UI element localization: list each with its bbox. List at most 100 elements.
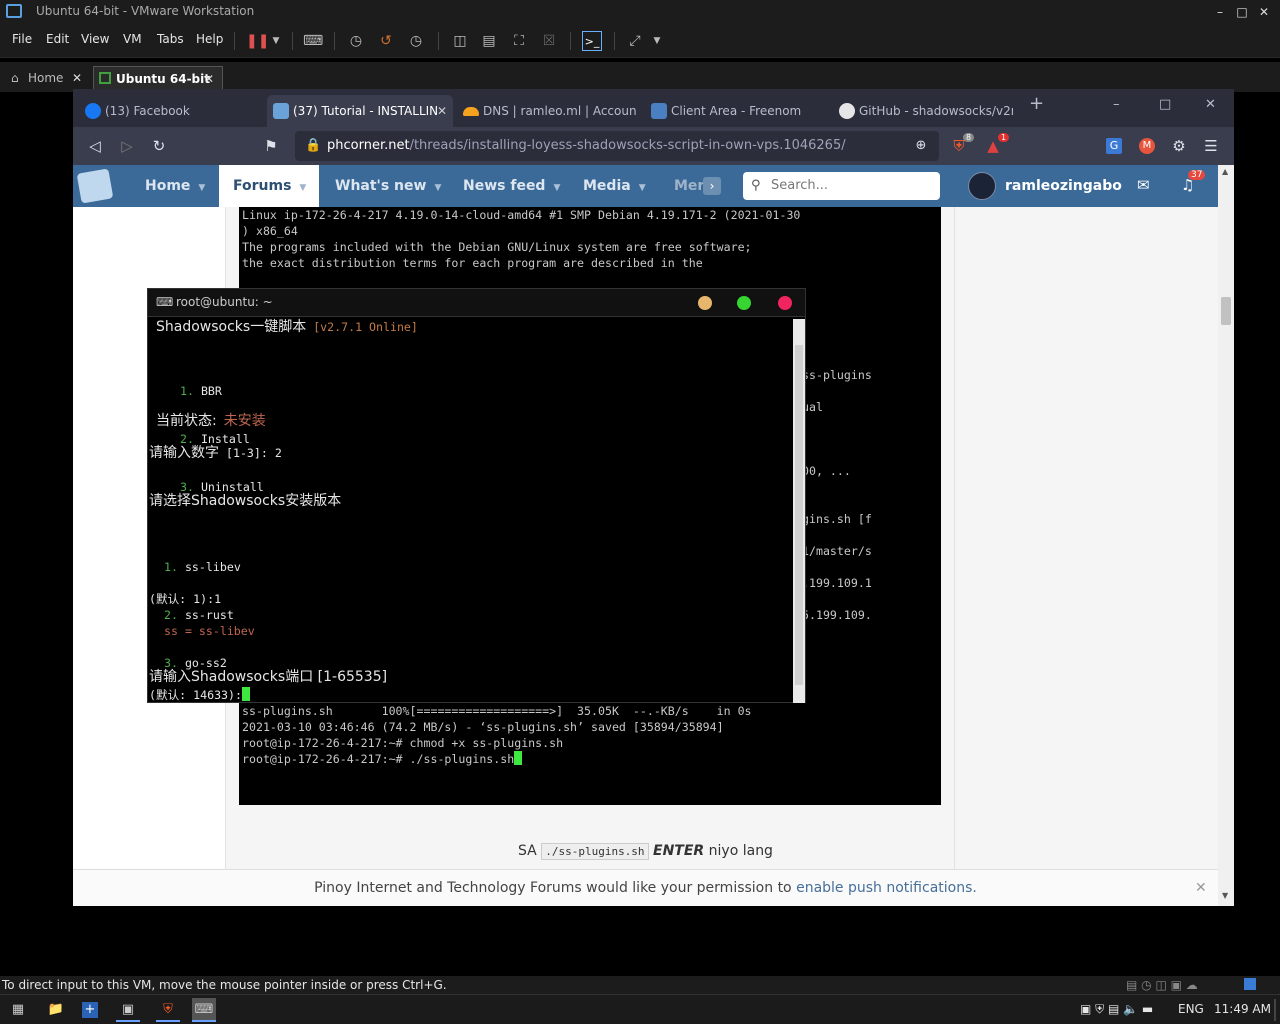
clock[interactable]: 11:49 AM (1214, 1002, 1271, 1016)
close-icon[interactable]: ✕ (1254, 2, 1274, 22)
minimize-icon[interactable]: – (1210, 2, 1230, 22)
message-icon[interactable] (1244, 978, 1256, 990)
translate-icon[interactable]: G (1106, 138, 1122, 154)
enable-push-link[interactable]: enable push notifications. (796, 880, 977, 896)
metamask-icon[interactable]: M (1139, 138, 1155, 154)
menu-help[interactable]: Help (196, 32, 223, 46)
nav-news-feed[interactable]: News feed ▼ (463, 165, 560, 207)
putty-icon[interactable]: ⌨ (192, 998, 216, 1022)
browser-tab-label: (13) Facebook (105, 104, 190, 118)
scroll-down-icon[interactable]: ▼ (1222, 891, 1228, 900)
close-icon[interactable]: ✕ (1205, 97, 1216, 112)
maximize-dot-icon[interactable] (737, 296, 751, 310)
browser-tab-label: GitHub - shadowsocks/v2ray (859, 104, 1013, 118)
minimize-dot-icon[interactable] (698, 296, 712, 310)
terminal-fragment: ss-plugins (802, 368, 872, 382)
close-dot-icon[interactable] (778, 296, 792, 310)
close-tab-icon[interactable]: ✕ (437, 95, 447, 127)
toolbar-separator (334, 32, 335, 50)
suspend-icon[interactable]: ❚❚ (246, 31, 269, 51)
console-view-icon[interactable]: >_ (582, 31, 602, 51)
chevron-down-icon: ▼ (553, 183, 561, 193)
site-logo-icon[interactable] (76, 168, 114, 204)
tray-icons[interactable]: ▣ ⛨ ▤ 🔈 ▬ (1080, 1002, 1153, 1017)
terminal-titlebar[interactable]: ⌨ root@ubuntu: ~ (148, 289, 805, 317)
vmware-icon[interactable]: ▣ (116, 998, 140, 1022)
menu-icon[interactable]: ☰ (1201, 136, 1221, 156)
browser-tab[interactable]: DNS | ramleo.ml | Account | (457, 95, 637, 127)
tab-home[interactable]: ⌂ Home ✕ (8, 66, 88, 90)
file-explorer-icon[interactable]: 📁 (44, 998, 68, 1022)
back-icon[interactable]: ◁ (85, 136, 105, 156)
revert-snapshot-icon[interactable]: ↺ (376, 31, 396, 51)
maximize-icon[interactable]: □ (1232, 2, 1252, 22)
snapshot-manager-icon[interactable]: ◷ (406, 31, 426, 51)
reload-icon[interactable]: ↻ (149, 136, 169, 156)
library-icon[interactable]: ◫ (450, 31, 470, 51)
nav-more[interactable]: Mer (674, 165, 704, 207)
stretch-icon[interactable]: ⤢ (625, 31, 645, 51)
selected-version: ss = ss-libev (164, 624, 255, 638)
thumbnail-icon[interactable]: ▤ (479, 31, 499, 51)
scrollbar-thumb[interactable] (1221, 297, 1231, 325)
show-desktop-button[interactable] (1274, 999, 1276, 1021)
terminal-fragment: 1/master/s (802, 544, 872, 558)
browser-tab[interactable]: GitHub - shadowsocks/v2ray (833, 95, 1013, 127)
terminal-top-lines: Linux ip-172-26-4-217 4.19.0-14-cloud-am… (242, 208, 801, 270)
forward-icon[interactable]: ▷ (117, 136, 137, 156)
username[interactable]: ramleozingabo (1005, 165, 1122, 207)
language-indicator[interactable]: ENG (1178, 1002, 1204, 1016)
send-keys-icon[interactable]: ⌨ (303, 31, 323, 51)
toolbar-separator (234, 32, 235, 50)
browser-tab[interactable]: Client Area - Freenom (645, 95, 825, 127)
chevron-down-icon[interactable]: ▼ (266, 31, 286, 51)
start-icon[interactable]: ▦ (6, 998, 30, 1022)
nav-forums[interactable]: Forums ▼ (219, 165, 319, 207)
terminal-scrollbar[interactable] (793, 319, 805, 703)
browser-navbar: ◁ ▷ ↻ ⚑ 🔒 phcorner.net/threads/installin… (73, 127, 1234, 165)
menu-view[interactable]: View (81, 32, 109, 46)
scroll-up-icon[interactable]: ▲ (1222, 167, 1228, 176)
close-tab-icon[interactable]: ✕ (204, 67, 214, 91)
search-input[interactable]: ⚲ Search... (743, 172, 940, 200)
page-scrollbar[interactable]: ▲ ▼ (1218, 165, 1234, 906)
inbox-icon[interactable]: ✉ (1137, 176, 1150, 194)
address-bar[interactable]: 🔒 phcorner.net/threads/installing-loyess… (295, 131, 939, 161)
browser-tab[interactable]: (13) Facebook (79, 95, 261, 127)
menu-tabs[interactable]: Tabs (157, 32, 184, 46)
scrollbar-thumb[interactable] (795, 345, 803, 685)
nav-media[interactable]: Media ▼ (583, 165, 646, 207)
new-tab-icon[interactable]: + (1029, 93, 1044, 114)
app-icon[interactable]: + (82, 1002, 98, 1018)
add-icon[interactable]: ⊕ (911, 136, 931, 156)
nav-scroll-right-icon[interactable]: › (703, 177, 721, 195)
terminal-window[interactable]: ⌨ root@ubuntu: ~ Shadowsocks一键脚本 [v2.7.1… (147, 288, 806, 703)
terminal-fragment: 00, ... (802, 464, 851, 478)
terminal-output[interactable]: Shadowsocks一键脚本 [v2.7.1 Online] 1. BBR 2… (148, 319, 793, 703)
vm-running-icon (99, 72, 111, 84)
vmware-statusbar: To direct input to this VM, move the mou… (0, 976, 1280, 994)
search-placeholder: Search... (771, 178, 829, 193)
unity-icon[interactable]: ☒ (539, 31, 559, 51)
bookmark-icon[interactable]: ⚑ (261, 136, 281, 156)
minimize-icon[interactable]: – (1113, 97, 1120, 112)
avatar[interactable] (968, 172, 996, 200)
maximize-icon[interactable]: □ (1159, 97, 1171, 112)
brave-icon[interactable]: ⛨ (156, 998, 180, 1022)
chevron-down-icon[interactable]: ▼ (647, 31, 667, 51)
tab-ubuntu[interactable]: Ubuntu 64-bit ✕ (93, 66, 223, 90)
close-banner-icon[interactable]: ✕ (1195, 870, 1207, 906)
device-icons[interactable]: ▤ ◷ ◫ ▣ ☁ (1126, 976, 1198, 994)
browser-tab-active[interactable]: (37) Tutorial - INSTALLIN ✕ (267, 95, 453, 127)
close-tab-icon[interactable]: ✕ (72, 66, 82, 90)
nav-whats-new[interactable]: What's new ▼ (335, 165, 441, 207)
nav-home[interactable]: Home ▼ (145, 165, 205, 207)
menu-vm[interactable]: VM (123, 32, 142, 46)
menu-file[interactable]: File (12, 32, 32, 46)
extensions-icon[interactable]: ⚙ (1169, 136, 1189, 156)
menu-edit[interactable]: Edit (46, 32, 69, 46)
fullscreen-icon[interactable]: ⛶ (509, 31, 529, 51)
terminal-fragment: .199.109.1 (802, 576, 872, 590)
status-text: To direct input to this VM, move the mou… (2, 978, 447, 992)
snapshot-icon[interactable]: ◷ (346, 31, 366, 51)
